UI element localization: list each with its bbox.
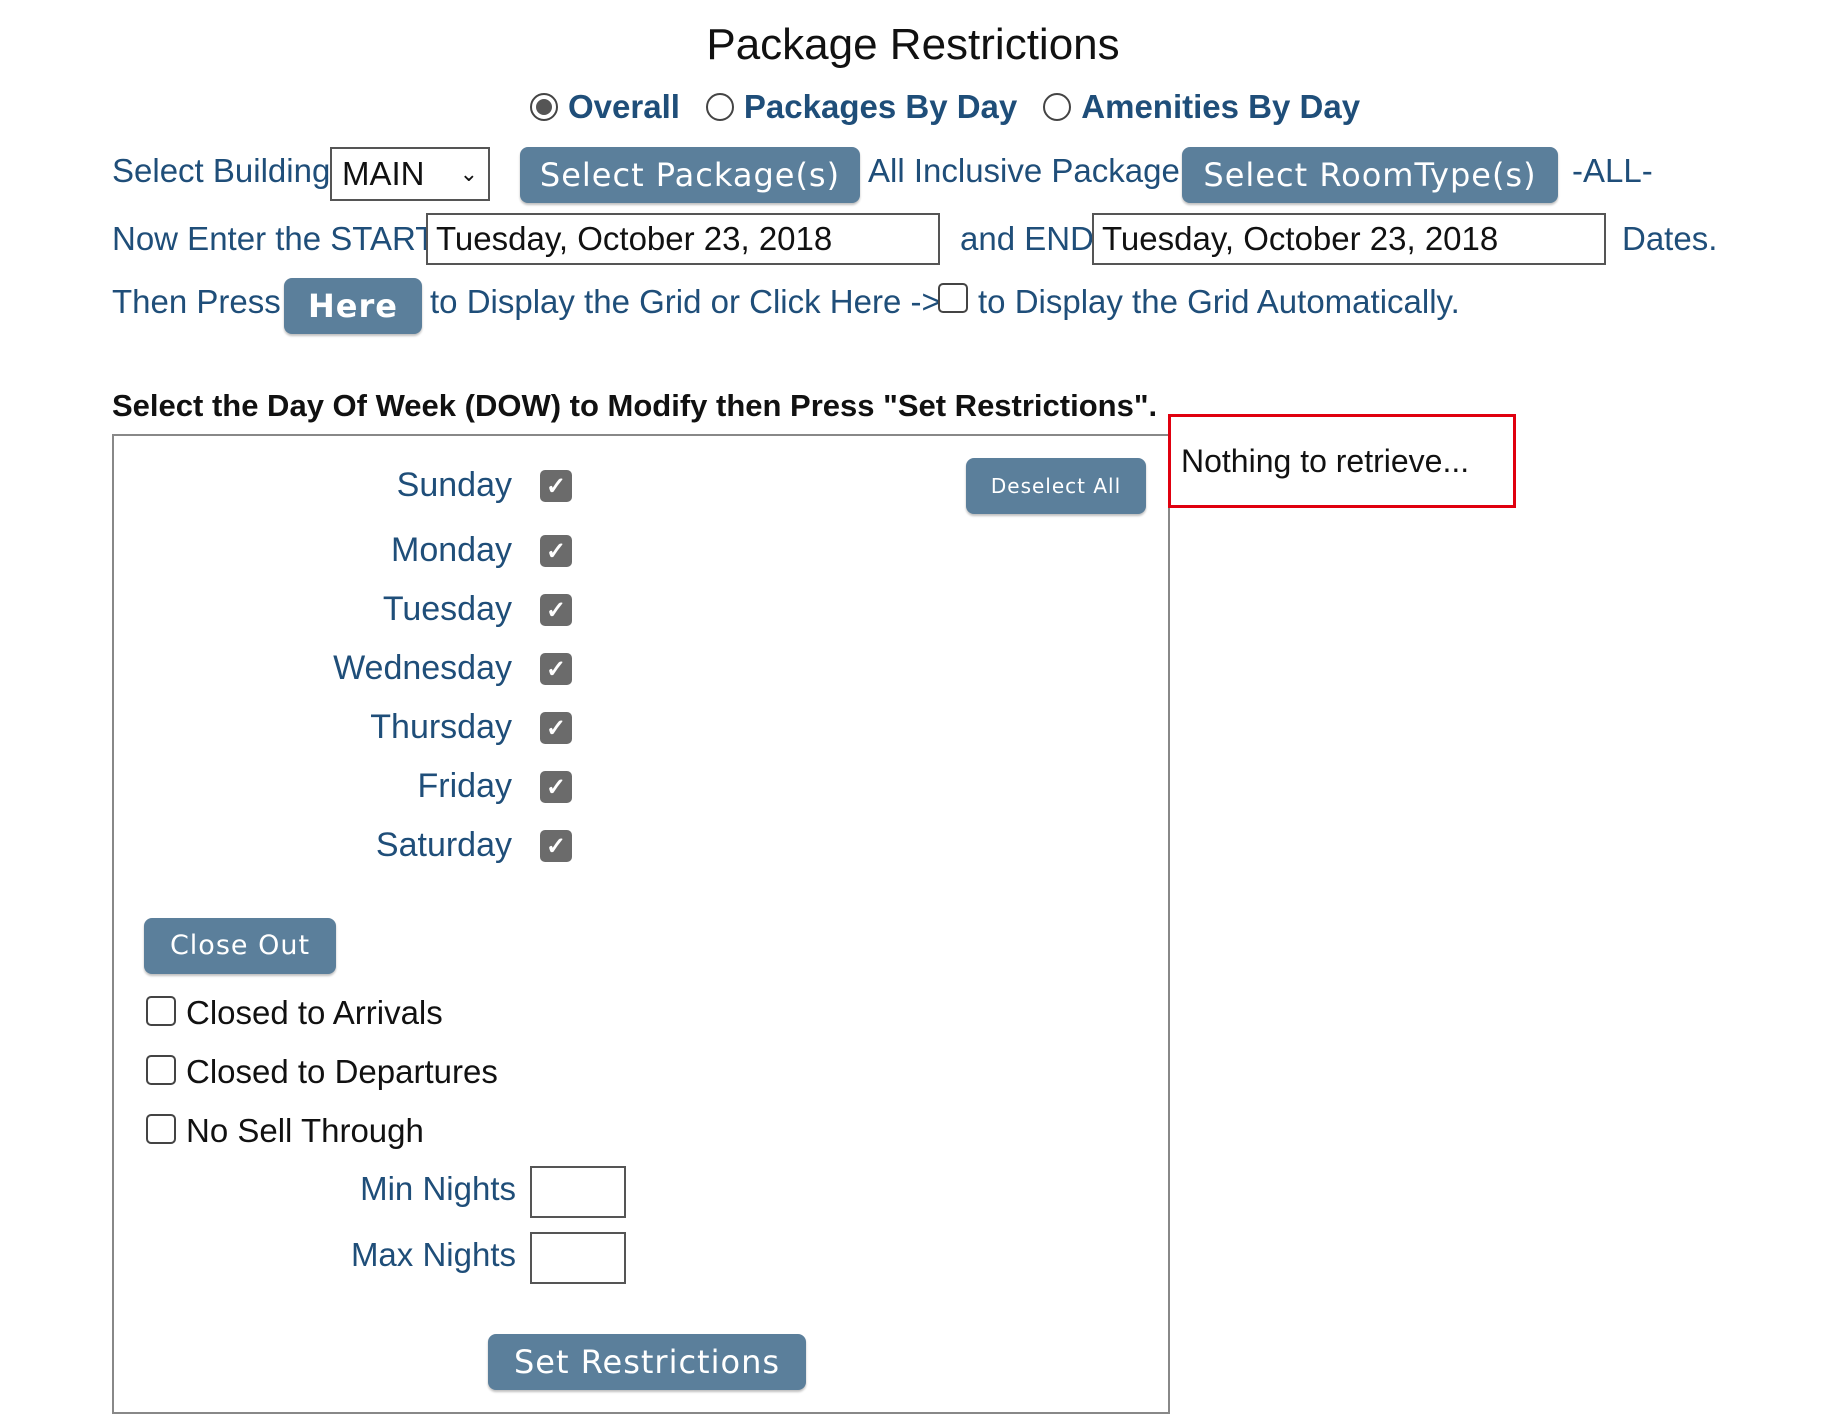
day-label-wednesday: Wednesday: [333, 649, 512, 687]
day-label-tuesday: Tuesday: [382, 590, 512, 628]
auto-display-checkbox[interactable]: [938, 283, 968, 313]
then-press-label: Then Press: [112, 283, 281, 320]
display-grid-text: to Display the Grid or Click Here ->: [430, 283, 941, 320]
select-roomtypes-button[interactable]: Select RoomType(s): [1182, 147, 1558, 203]
closed-to-departures-checkbox[interactable]: [146, 1055, 176, 1085]
set-restrictions-button[interactable]: Set Restrictions: [488, 1334, 806, 1390]
radio-button[interactable]: [1043, 93, 1072, 121]
day-checkbox-saturday[interactable]: ✓: [540, 830, 572, 862]
message-text: Nothing to retrieve...: [1181, 443, 1470, 479]
radio-overall[interactable]: Overall: [530, 88, 680, 126]
chevron-down-icon: ⌄: [459, 161, 478, 186]
radio-button[interactable]: [530, 93, 558, 121]
radio-packages-by-day[interactable]: Packages By Day: [705, 88, 1018, 126]
view-options: Overall Packages By Day Amenities By Day: [530, 88, 1386, 126]
closed-to-arrivals-checkbox[interactable]: [146, 996, 176, 1026]
select-building-label: Select Building: [112, 152, 331, 189]
max-nights-label: Max Nights: [350, 1236, 516, 1273]
select-packages-button[interactable]: Select Package(s): [520, 147, 860, 203]
day-checkbox-tuesday[interactable]: ✓: [540, 594, 572, 626]
radio-button[interactable]: [705, 93, 734, 121]
day-label-saturday: Saturday: [375, 826, 512, 864]
end-date-input[interactable]: Tuesday, October 23, 2018: [1092, 213, 1606, 265]
day-checkbox-sunday[interactable]: ✓: [540, 470, 572, 502]
day-checkbox-monday[interactable]: ✓: [540, 535, 572, 567]
close-out-button[interactable]: Close Out: [144, 918, 336, 974]
day-checkbox-friday[interactable]: ✓: [540, 771, 572, 803]
day-label-friday: Friday: [417, 767, 512, 805]
radio-label-overall: Overall: [568, 88, 680, 125]
min-nights-label: Min Nights: [360, 1170, 516, 1207]
no-sell-through-label: No Sell Through: [186, 1112, 424, 1149]
radio-amenities-by-day[interactable]: Amenities By Day: [1043, 88, 1360, 126]
page-title: Package Restrictions: [706, 20, 1120, 69]
start-date-input[interactable]: Tuesday, October 23, 2018: [426, 213, 940, 265]
closed-to-arrivals-label: Closed to Arrivals: [186, 994, 443, 1031]
day-label-monday: Monday: [391, 531, 512, 569]
day-checkbox-thursday[interactable]: ✓: [540, 712, 572, 744]
message-box: Nothing to retrieve...: [1168, 414, 1516, 508]
min-nights-input[interactable]: [530, 1166, 626, 1218]
dow-instruction: Select the Day Of Week (DOW) to Modify t…: [112, 388, 1158, 423]
day-label-sunday: Sunday: [396, 466, 512, 504]
dates-suffix: Dates.: [1622, 220, 1718, 257]
selected-roomtypes-text: -ALL-: [1572, 152, 1653, 189]
radio-label-amenities-by-day: Amenities By Day: [1081, 88, 1361, 125]
selected-packages-text: All Inclusive Package: [868, 152, 1180, 189]
end-date-label: and END: [960, 220, 1094, 257]
deselect-all-button[interactable]: Deselect All: [966, 458, 1146, 514]
no-sell-through-checkbox[interactable]: [146, 1114, 176, 1144]
day-checkbox-wednesday[interactable]: ✓: [540, 653, 572, 685]
auto-display-label: to Display the Grid Automatically.: [978, 283, 1460, 320]
day-label-thursday: Thursday: [370, 708, 512, 746]
building-select[interactable]: MAIN ⌄: [330, 147, 490, 201]
max-nights-input[interactable]: [530, 1232, 626, 1284]
start-date-label: Now Enter the START: [112, 220, 436, 257]
radio-label-packages-by-day: Packages By Day: [743, 88, 1018, 125]
building-select-value: MAIN: [342, 155, 425, 192]
closed-to-departures-label: Closed to Departures: [186, 1053, 498, 1090]
here-button[interactable]: Here: [284, 278, 422, 334]
